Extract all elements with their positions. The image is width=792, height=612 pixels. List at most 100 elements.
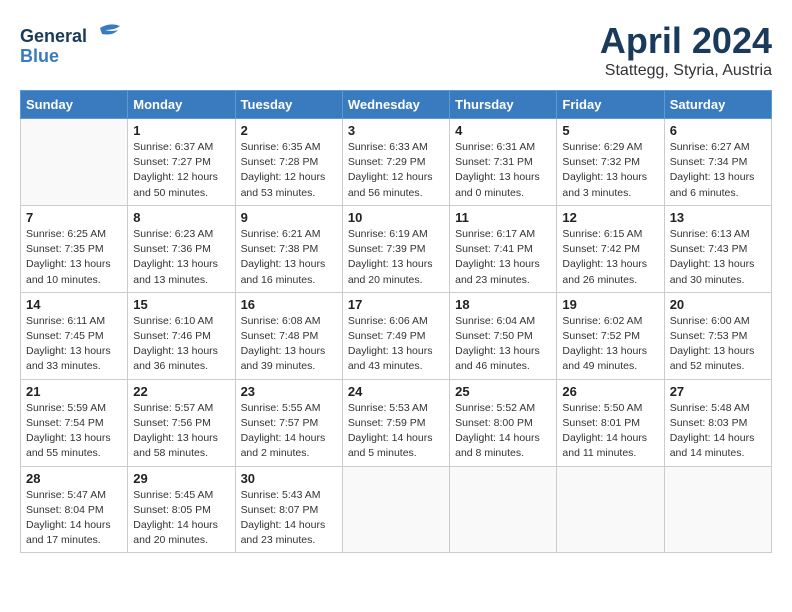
calendar-cell — [450, 466, 557, 553]
day-info: Sunrise: 6:04 AM Sunset: 7:50 PM Dayligh… — [455, 314, 551, 375]
calendar-cell: 11 Sunrise: 6:17 AM Sunset: 7:41 PM Dayli… — [450, 205, 557, 292]
day-info: Sunrise: 6:23 AM Sunset: 7:36 PM Dayligh… — [133, 227, 229, 288]
day-number: 17 — [348, 297, 444, 312]
calendar-cell: 28 Sunrise: 5:47 AM Sunset: 8:04 PM Dayli… — [21, 466, 128, 553]
calendar-cell — [21, 119, 128, 206]
header-friday: Friday — [557, 91, 664, 119]
day-number: 9 — [241, 210, 337, 225]
calendar-cell: 23 Sunrise: 5:55 AM Sunset: 7:57 PM Dayli… — [235, 379, 342, 466]
day-number: 19 — [562, 297, 658, 312]
calendar-cell: 2 Sunrise: 6:35 AM Sunset: 7:28 PM Daylig… — [235, 119, 342, 206]
header-tuesday: Tuesday — [235, 91, 342, 119]
day-info: Sunrise: 6:06 AM Sunset: 7:49 PM Dayligh… — [348, 314, 444, 375]
day-info: Sunrise: 5:48 AM Sunset: 8:03 PM Dayligh… — [670, 401, 766, 462]
day-info: Sunrise: 6:35 AM Sunset: 7:28 PM Dayligh… — [241, 140, 337, 201]
day-info: Sunrise: 6:27 AM Sunset: 7:34 PM Dayligh… — [670, 140, 766, 201]
calendar-cell: 14 Sunrise: 6:11 AM Sunset: 7:45 PM Dayli… — [21, 292, 128, 379]
day-number: 14 — [26, 297, 122, 312]
week-row-1: 1 Sunrise: 6:37 AM Sunset: 7:27 PM Daylig… — [21, 119, 772, 206]
day-number: 25 — [455, 384, 551, 399]
day-number: 3 — [348, 123, 444, 138]
day-number: 28 — [26, 471, 122, 486]
week-row-3: 14 Sunrise: 6:11 AM Sunset: 7:45 PM Dayli… — [21, 292, 772, 379]
calendar-cell: 22Sunrise: 5:57 AM Sunset: 7:56 PM Dayli… — [128, 379, 235, 466]
day-number: 16 — [241, 297, 337, 312]
day-info: Sunrise: 6:31 AM Sunset: 7:31 PM Dayligh… — [455, 140, 551, 201]
calendar-cell: 13 Sunrise: 6:13 AM Sunset: 7:43 PM Dayli… — [664, 205, 771, 292]
day-info: Sunrise: 6:17 AM Sunset: 7:41 PM Dayligh… — [455, 227, 551, 288]
day-info: Sunrise: 6:02 AM Sunset: 7:52 PM Dayligh… — [562, 314, 658, 375]
day-number: 4 — [455, 123, 551, 138]
calendar-cell: 4 Sunrise: 6:31 AM Sunset: 7:31 PM Daylig… — [450, 119, 557, 206]
calendar-cell: 29 Sunrise: 5:45 AM Sunset: 8:05 PM Dayli… — [128, 466, 235, 553]
day-info: Sunrise: 5:57 AM Sunset: 7:56 PM Dayligh… — [133, 401, 229, 462]
week-row-5: 28 Sunrise: 5:47 AM Sunset: 8:04 PM Dayli… — [21, 466, 772, 553]
day-number: 21 — [26, 384, 122, 399]
day-number: 23 — [241, 384, 337, 399]
day-number: 10 — [348, 210, 444, 225]
calendar-cell: 21 Sunrise: 5:59 AM Sunset: 7:54 PM Dayli… — [21, 379, 128, 466]
day-info: Sunrise: 6:15 AM Sunset: 7:42 PM Dayligh… — [562, 227, 658, 288]
day-number: 6 — [670, 123, 766, 138]
day-number: 27 — [670, 384, 766, 399]
day-info: Sunrise: 5:52 AM Sunset: 8:00 PM Dayligh… — [455, 401, 551, 462]
day-info: Sunrise: 6:00 AM Sunset: 7:53 PM Dayligh… — [670, 314, 766, 375]
day-info: Sunrise: 5:45 AM Sunset: 8:05 PM Dayligh… — [133, 488, 229, 549]
calendar-header-row: SundayMondayTuesdayWednesdayThursdayFrid… — [21, 91, 772, 119]
day-number: 13 — [670, 210, 766, 225]
day-info: Sunrise: 5:43 AM Sunset: 8:07 PM Dayligh… — [241, 488, 337, 549]
day-info: Sunrise: 5:50 AM Sunset: 8:01 PM Dayligh… — [562, 401, 658, 462]
calendar-cell: 10 Sunrise: 6:19 AM Sunset: 7:39 PM Dayli… — [342, 205, 449, 292]
calendar-cell: 5 Sunrise: 6:29 AM Sunset: 7:32 PM Daylig… — [557, 119, 664, 206]
day-info: Sunrise: 5:47 AM Sunset: 8:04 PM Dayligh… — [26, 488, 122, 549]
day-info: Sunrise: 5:55 AM Sunset: 7:57 PM Dayligh… — [241, 401, 337, 462]
header-saturday: Saturday — [664, 91, 771, 119]
location-subtitle: Stattegg, Styria, Austria — [600, 62, 772, 80]
title-section: April 2024 Stattegg, Styria, Austria — [600, 20, 772, 80]
day-number: 8 — [133, 210, 229, 225]
week-row-2: 7 Sunrise: 6:25 AM Sunset: 7:35 PM Daylig… — [21, 205, 772, 292]
day-number: 11 — [455, 210, 551, 225]
day-info: Sunrise: 6:10 AM Sunset: 7:46 PM Dayligh… — [133, 314, 229, 375]
calendar-cell — [342, 466, 449, 553]
day-info: Sunrise: 5:53 AM Sunset: 7:59 PM Dayligh… — [348, 401, 444, 462]
day-number: 7 — [26, 210, 122, 225]
calendar-cell: 30Sunrise: 5:43 AM Sunset: 8:07 PM Dayli… — [235, 466, 342, 553]
header-sunday: Sunday — [21, 91, 128, 119]
day-info: Sunrise: 6:37 AM Sunset: 7:27 PM Dayligh… — [133, 140, 229, 201]
calendar-cell: 9 Sunrise: 6:21 AM Sunset: 7:38 PM Daylig… — [235, 205, 342, 292]
logo: General Blue — [20, 20, 150, 70]
calendar-cell: 7 Sunrise: 6:25 AM Sunset: 7:35 PM Daylig… — [21, 205, 128, 292]
day-number: 20 — [670, 297, 766, 312]
calendar-table: SundayMondayTuesdayWednesdayThursdayFrid… — [20, 90, 772, 553]
day-number: 2 — [241, 123, 337, 138]
header-thursday: Thursday — [450, 91, 557, 119]
logo-svg: General Blue — [20, 20, 150, 70]
calendar-cell — [557, 466, 664, 553]
day-info: Sunrise: 6:13 AM Sunset: 7:43 PM Dayligh… — [670, 227, 766, 288]
header-monday: Monday — [128, 91, 235, 119]
day-number: 29 — [133, 471, 229, 486]
day-number: 1 — [133, 123, 229, 138]
calendar-cell: 27 Sunrise: 5:48 AM Sunset: 8:03 PM Dayli… — [664, 379, 771, 466]
day-info: Sunrise: 6:11 AM Sunset: 7:45 PM Dayligh… — [26, 314, 122, 375]
calendar-cell: 17 Sunrise: 6:06 AM Sunset: 7:49 PM Dayli… — [342, 292, 449, 379]
calendar-cell: 19 Sunrise: 6:02 AM Sunset: 7:52 PM Dayli… — [557, 292, 664, 379]
calendar-cell: 8 Sunrise: 6:23 AM Sunset: 7:36 PM Daylig… — [128, 205, 235, 292]
week-row-4: 21 Sunrise: 5:59 AM Sunset: 7:54 PM Dayli… — [21, 379, 772, 466]
svg-text:General: General — [20, 26, 87, 46]
month-title: April 2024 — [600, 20, 772, 62]
page-header: General Blue April 2024 Stattegg, Styria… — [20, 20, 772, 80]
calendar-cell: 18Sunrise: 6:04 AM Sunset: 7:50 PM Dayli… — [450, 292, 557, 379]
day-info: Sunrise: 6:25 AM Sunset: 7:35 PM Dayligh… — [26, 227, 122, 288]
day-info: Sunrise: 6:08 AM Sunset: 7:48 PM Dayligh… — [241, 314, 337, 375]
day-info: Sunrise: 6:29 AM Sunset: 7:32 PM Dayligh… — [562, 140, 658, 201]
day-info: Sunrise: 6:21 AM Sunset: 7:38 PM Dayligh… — [241, 227, 337, 288]
day-info: Sunrise: 6:19 AM Sunset: 7:39 PM Dayligh… — [348, 227, 444, 288]
day-number: 15 — [133, 297, 229, 312]
header-wednesday: Wednesday — [342, 91, 449, 119]
day-info: Sunrise: 5:59 AM Sunset: 7:54 PM Dayligh… — [26, 401, 122, 462]
day-number: 5 — [562, 123, 658, 138]
calendar-cell: 6 Sunrise: 6:27 AM Sunset: 7:34 PM Daylig… — [664, 119, 771, 206]
day-number: 26 — [562, 384, 658, 399]
